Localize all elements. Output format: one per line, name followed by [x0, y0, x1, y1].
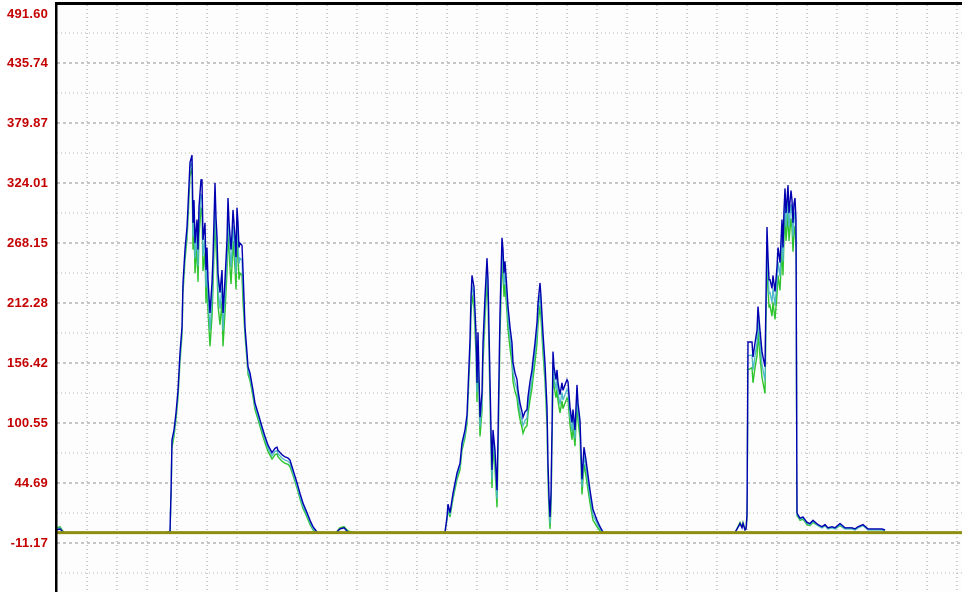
plot-border-top [55, 2, 962, 5]
plot-border-left [55, 2, 58, 592]
plot-background [57, 0, 962, 592]
trend-chart-window: 491.60435.74379.87324.01268.15212.28156.… [0, 0, 962, 592]
trend-chart-plot-area [0, 0, 962, 592]
